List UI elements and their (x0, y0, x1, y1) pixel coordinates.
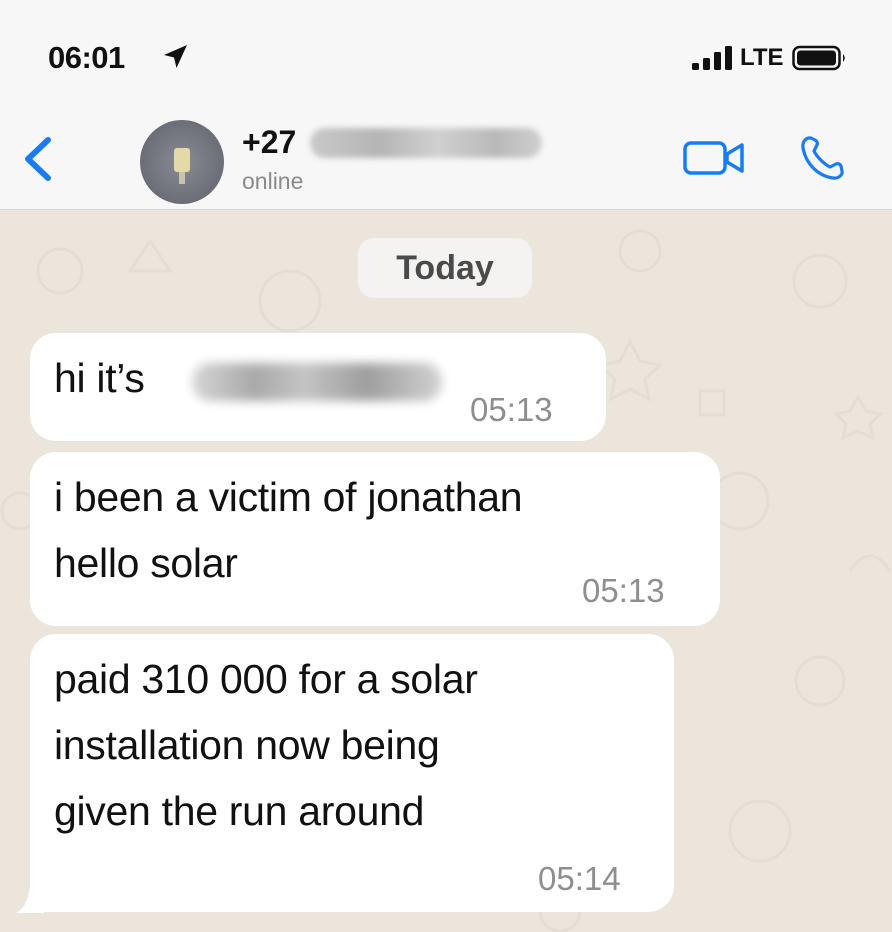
avatar-image (174, 148, 190, 184)
back-chevron-icon[interactable] (18, 132, 58, 186)
contact-status: online (242, 168, 304, 194)
contact-name[interactable]: +27 (242, 124, 543, 161)
message-time: 05:13 (582, 572, 665, 609)
date-separator: Today (358, 238, 532, 298)
message-time: 05:13 (470, 391, 553, 428)
video-camera-icon[interactable] (682, 138, 746, 178)
bubble-tail-icon (16, 885, 44, 913)
location-arrow-icon (164, 45, 187, 68)
message-bubble[interactable]: paid 310 000 for a solar installation no… (30, 634, 674, 912)
message-time: 05:14 (538, 860, 621, 897)
message-bubble[interactable]: hi it’s 05:13 (30, 333, 606, 441)
signal-bars-icon (692, 46, 732, 70)
contact-country-code: +27 (242, 124, 297, 160)
status-bar: 06:01 LTE (0, 0, 892, 112)
chat-area[interactable]: Today hi it’s 05:13 i been a victim of j… (0, 211, 892, 932)
sender-name-redacted (192, 363, 442, 401)
phone-icon[interactable] (798, 134, 846, 182)
battery-icon (792, 45, 845, 71)
message-bubble[interactable]: i been a victim of jonathan hello solar … (30, 452, 720, 626)
message-text: hi it’s (54, 355, 145, 401)
message-text: i been a victim of jonathan hello solar (54, 474, 523, 586)
chat-header: +27 online (0, 112, 892, 210)
contact-number-redacted (310, 127, 543, 158)
status-time: 06:01 (48, 40, 125, 75)
message-text: paid 310 000 for a solar installation no… (54, 656, 478, 834)
network-label: LTE (740, 44, 784, 71)
avatar[interactable] (140, 120, 224, 204)
